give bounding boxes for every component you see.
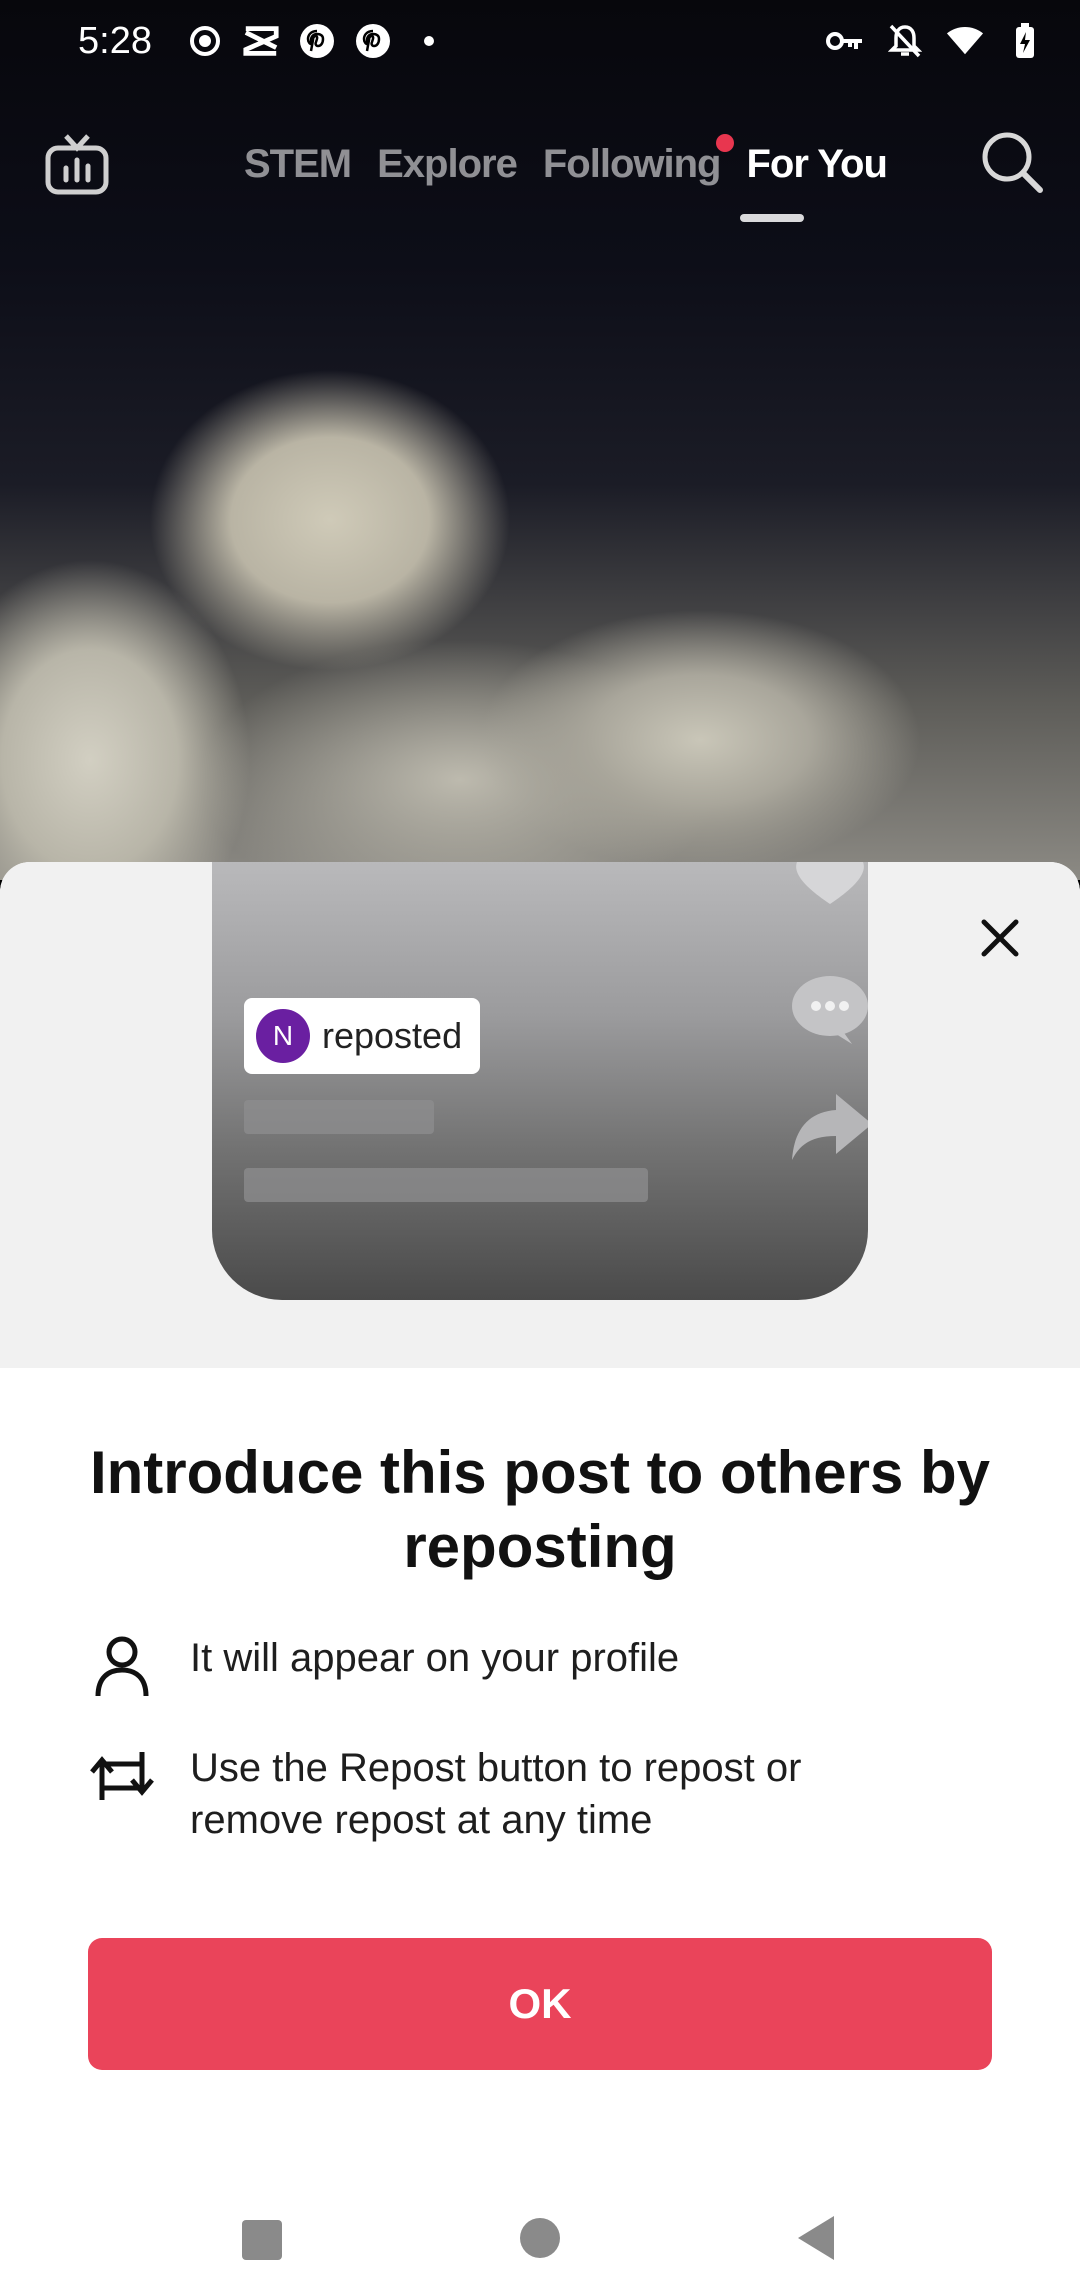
status-time: 5:28 <box>78 20 152 62</box>
status-icons-right <box>826 22 1044 60</box>
reposted-chip: N reposted <box>244 998 481 1074</box>
top-navigation: STEM Explore Following For You <box>0 118 1080 238</box>
repost-icon <box>88 1742 156 1810</box>
dot-icon <box>410 22 448 60</box>
tab-stem[interactable]: STEM <box>244 142 352 187</box>
search-icon[interactable] <box>980 130 1044 194</box>
placeholder-caption <box>244 1168 648 1202</box>
post-preview-card: N reposted <box>212 862 868 1300</box>
capcut-icon <box>242 22 280 60</box>
record-icon <box>186 22 224 60</box>
placeholder-username <box>244 1100 434 1134</box>
system-navigation-bar <box>0 2198 1080 2280</box>
share-icon <box>790 1090 868 1167</box>
tab-for-you[interactable]: For You <box>746 142 887 187</box>
user-icon <box>88 1632 156 1700</box>
info-row-profile: It will appear on your profile <box>88 1632 890 1700</box>
reposted-label: reposted <box>322 1015 463 1056</box>
active-tab-indicator <box>740 214 804 222</box>
notification-dot <box>716 134 735 152</box>
live-tv-icon[interactable] <box>44 132 110 198</box>
comment-icon <box>790 970 868 1055</box>
bell-off-icon <box>886 22 924 60</box>
recents-icon[interactable] <box>240 2218 284 2267</box>
battery-charging-icon <box>1006 22 1044 60</box>
info-row-repost: Use the Repost button to repost or remov… <box>88 1742 890 1846</box>
home-icon[interactable] <box>518 2216 562 2265</box>
tab-following[interactable]: Following <box>542 134 735 187</box>
info-text-repost: Use the Repost button to repost or remov… <box>190 1746 802 1842</box>
status-bar: 5:28 <box>0 0 1080 86</box>
sheet-title: Introduce this post to others by reposti… <box>89 1439 991 1580</box>
ok-button[interactable]: OK <box>88 1938 992 2070</box>
avatar: N <box>256 1009 310 1063</box>
back-icon[interactable] <box>794 2214 838 2267</box>
heart-icon <box>790 862 868 911</box>
feed-tabs: STEM Explore Following For You <box>244 134 888 187</box>
repost-bottom-sheet: N reposted Introduce this post to others… <box>0 862 1080 2280</box>
pinterest-icon <box>354 22 392 60</box>
info-text-profile: It will appear on your profile <box>190 1636 680 1680</box>
vpn-key-icon <box>826 22 864 60</box>
tab-explore[interactable]: Explore <box>377 142 518 187</box>
repost-preview-area: N reposted <box>0 862 1080 1368</box>
close-icon[interactable] <box>976 914 1024 962</box>
status-icons-left <box>186 22 448 60</box>
tab-following-label: Following <box>542 142 722 186</box>
wifi-icon <box>946 22 984 60</box>
pinterest-icon <box>298 22 336 60</box>
